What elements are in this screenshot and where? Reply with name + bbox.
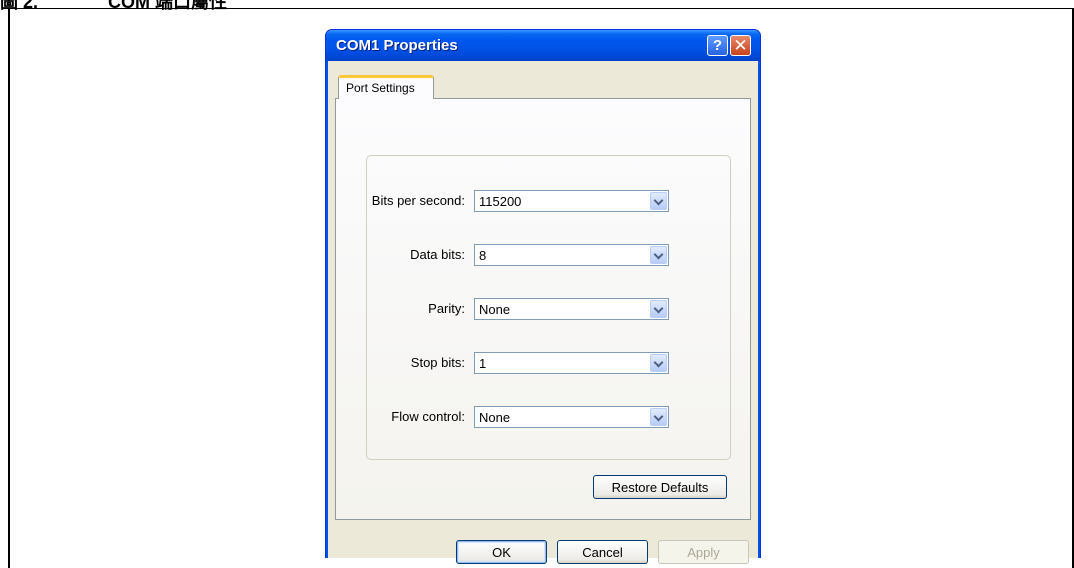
parity-select[interactable]: None	[474, 298, 669, 320]
close-icon: ✕	[733, 35, 748, 55]
ok-button[interactable]: OK	[456, 540, 547, 564]
port-settings-panel: Bits per second: 115200 Data bits: 8 Par…	[335, 98, 751, 520]
apply-button[interactable]: Apply	[658, 540, 749, 564]
data-bits-value: 8	[479, 248, 487, 263]
flow-control-label: Flow control:	[391, 409, 465, 424]
chevron-down-icon[interactable]	[650, 246, 667, 264]
parity-label: Parity:	[428, 301, 465, 316]
cancel-button[interactable]: Cancel	[557, 540, 648, 564]
chevron-down-icon[interactable]	[650, 192, 667, 210]
parity-row: Parity: None	[367, 298, 730, 320]
com-properties-dialog: COM1 Properties ? ✕ Port Settings Bits p…	[325, 29, 761, 564]
bits-per-second-value: 115200	[479, 194, 522, 209]
bits-per-second-select[interactable]: 115200	[474, 190, 669, 212]
dialog-title: COM1 Properties	[336, 37, 458, 54]
flow-control-value: None	[479, 410, 511, 425]
dialog-client: Port Settings Bits per second: 115200 Da…	[329, 61, 757, 564]
bits-per-second-label: Bits per second:	[371, 193, 465, 208]
flow-control-select[interactable]: None	[474, 406, 669, 428]
stop-bits-value: 1	[479, 356, 487, 371]
stop-bits-label: Stop bits:	[410, 355, 465, 370]
tab-port-settings[interactable]: Port Settings	[338, 75, 434, 99]
chevron-down-icon[interactable]	[650, 354, 667, 372]
bits-per-second-row: Bits per second: 115200	[367, 190, 730, 212]
parity-value: None	[479, 302, 511, 317]
restore-defaults-button[interactable]: Restore Defaults	[593, 475, 727, 499]
flow-control-row: Flow control: None	[367, 406, 730, 428]
stop-bits-select[interactable]: 1	[474, 352, 669, 374]
title-bar[interactable]: COM1 Properties ? ✕	[326, 30, 760, 61]
chevron-down-icon[interactable]	[650, 300, 667, 318]
settings-group: Bits per second: 115200 Data bits: 8 Par…	[366, 155, 731, 460]
help-icon: ?	[712, 37, 723, 54]
data-bits-label: Data bits:	[410, 247, 465, 262]
data-bits-select[interactable]: 8	[474, 244, 669, 266]
chevron-down-icon[interactable]	[650, 408, 667, 426]
data-bits-row: Data bits: 8	[367, 244, 730, 266]
stop-bits-row: Stop bits: 1	[367, 352, 730, 374]
close-button[interactable]: ✕	[730, 35, 751, 56]
help-button[interactable]: ?	[707, 35, 728, 56]
